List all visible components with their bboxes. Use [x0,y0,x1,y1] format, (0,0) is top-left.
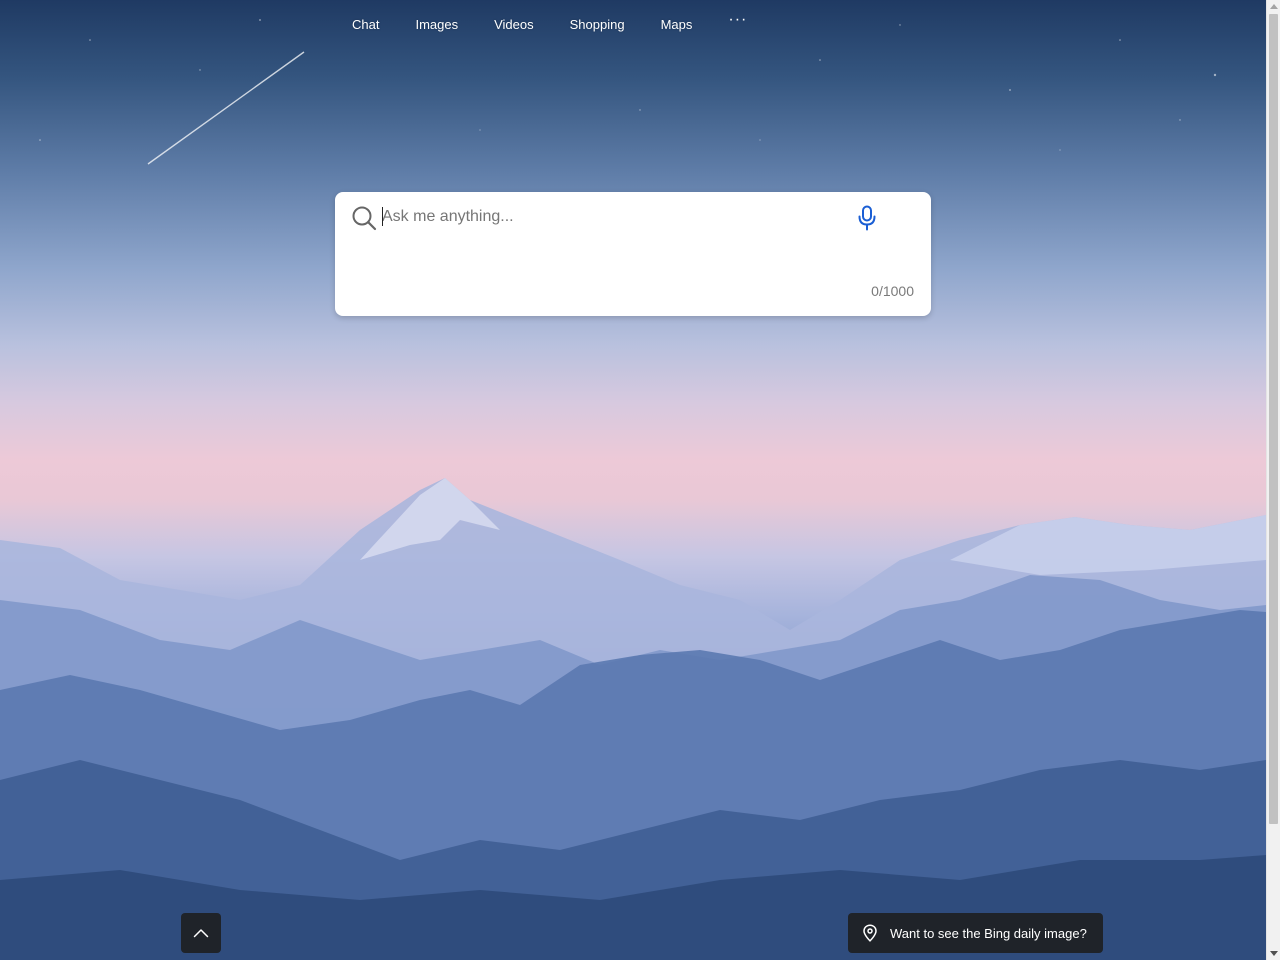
character-count: 0/1000 [871,283,914,299]
nav-item-chat[interactable]: Chat [334,17,397,32]
microphone-icon[interactable] [856,205,878,231]
daily-image-button[interactable]: Want to see the Bing daily image? [848,913,1103,953]
daily-image-label: Want to see the Bing daily image? [890,925,1087,941]
scrollbar-thumb[interactable] [1269,14,1278,824]
text-caret [382,207,383,226]
background-landscape-image [0,19,1266,960]
scroll-up-arrow-icon[interactable] [1270,4,1278,9]
chevron-up-icon [193,929,209,938]
location-pin-icon [862,924,878,942]
nav-item-maps[interactable]: Maps [643,17,711,32]
search-icon[interactable] [351,205,377,231]
top-navigation: Chat Images Videos Shopping Maps ··· [334,12,765,36]
more-menu-button[interactable]: ··· [710,12,765,28]
nav-item-shopping[interactable]: Shopping [552,17,643,32]
scroll-to-top-button[interactable] [181,913,221,953]
search-input[interactable] [382,203,822,231]
nav-item-images[interactable]: Images [397,17,476,32]
page-viewport: Chat Images Videos Shopping Maps ··· 0/1… [0,0,1280,960]
nav-item-videos[interactable]: Videos [476,17,552,32]
search-box: 0/1000 [335,192,931,316]
scroll-down-arrow-icon[interactable] [1270,951,1278,956]
vertical-scrollbar[interactable] [1266,0,1280,960]
